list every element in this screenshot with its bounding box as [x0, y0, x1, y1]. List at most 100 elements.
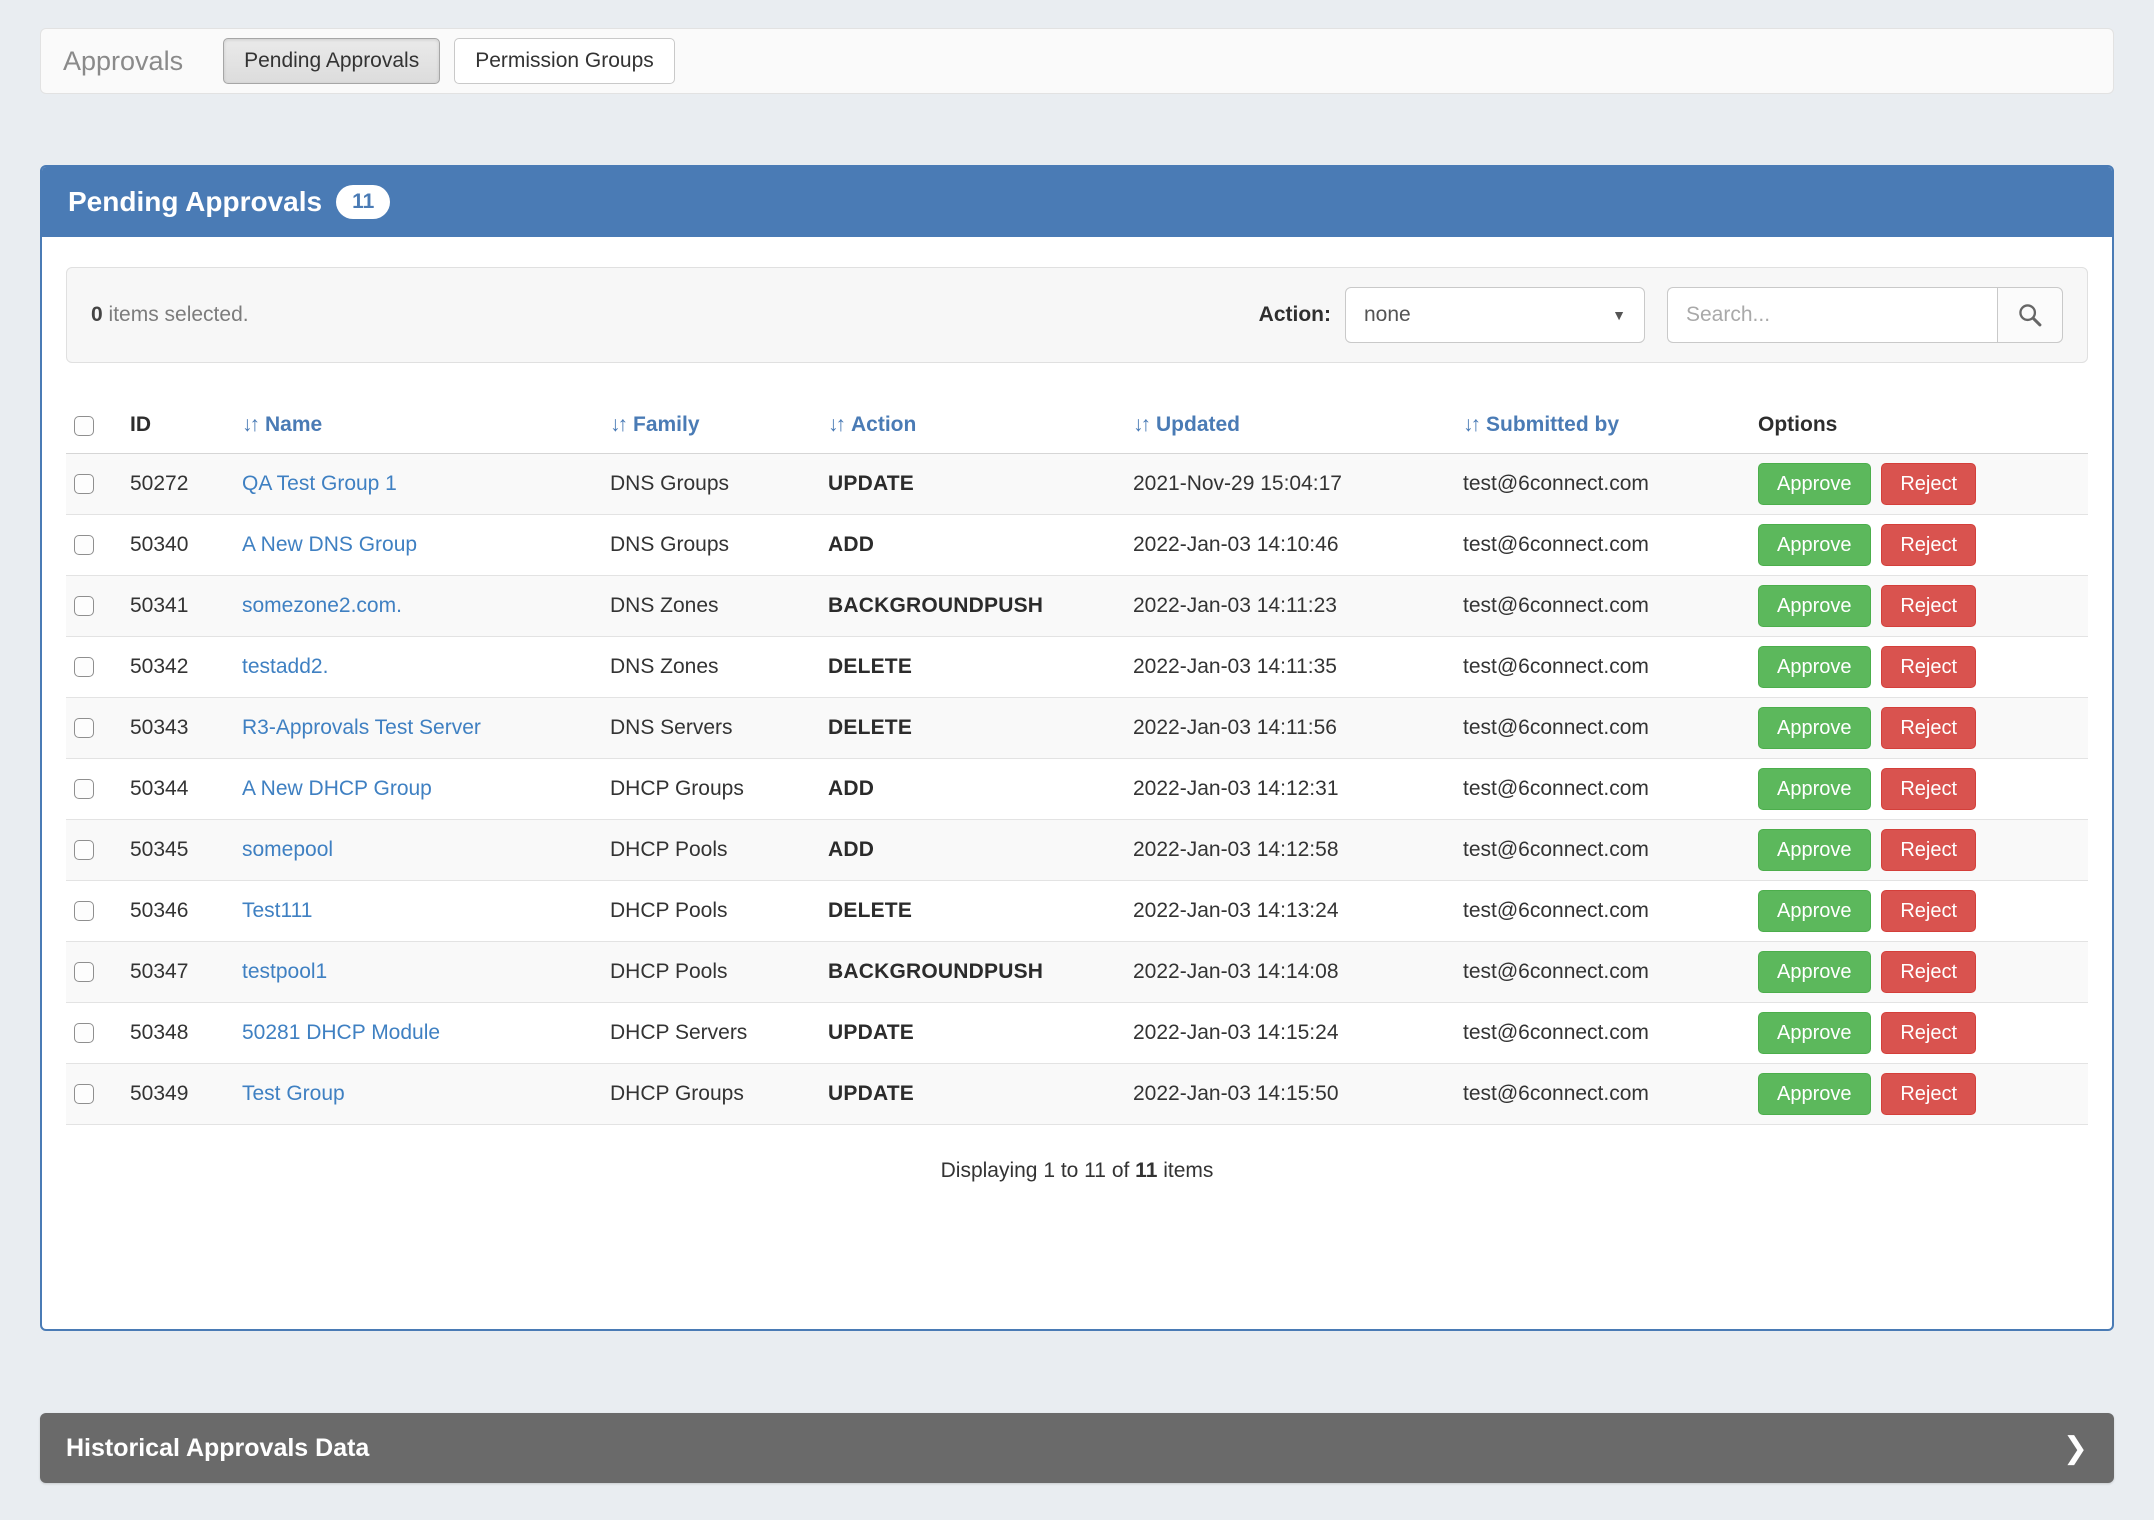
- approve-button[interactable]: Approve: [1758, 1073, 1871, 1115]
- panel-header: Pending Approvals 11: [42, 167, 2112, 237]
- historical-approvals-header[interactable]: Historical Approvals Data ❯: [40, 1413, 2114, 1483]
- pagination-status: Displaying 1 to 11 of 11 items: [66, 1159, 2088, 1183]
- row-checkbox[interactable]: [74, 474, 94, 494]
- approvals-table-body: 50272 QA Test Group 1 DNS Groups UPDATE …: [66, 454, 2088, 1125]
- approve-button[interactable]: Approve: [1758, 890, 1871, 932]
- row-name-link[interactable]: somezone2.com.: [242, 594, 402, 617]
- column-header-action[interactable]: ↓↑Action: [820, 399, 1125, 454]
- row-submitted-by: test@6connect.com: [1455, 881, 1750, 942]
- row-options-cell: Approve Reject: [1750, 454, 2088, 515]
- reject-button[interactable]: Reject: [1881, 646, 1976, 688]
- row-name-link[interactable]: testadd2.: [242, 655, 328, 678]
- approvals-table: ID ↓↑Name ↓↑Family ↓↑Action ↓↑Updated: [66, 399, 2088, 1125]
- approve-button[interactable]: Approve: [1758, 707, 1871, 749]
- column-header-submitted-by[interactable]: ↓↑Submitted by: [1455, 399, 1750, 454]
- approve-button[interactable]: Approve: [1758, 585, 1871, 627]
- row-family: DNS Groups: [602, 515, 820, 576]
- row-id: 50343: [122, 698, 234, 759]
- approve-button[interactable]: Approve: [1758, 646, 1871, 688]
- approve-button[interactable]: Approve: [1758, 1012, 1871, 1054]
- reject-button[interactable]: Reject: [1881, 1012, 1976, 1054]
- panel-title: Pending Approvals: [68, 186, 322, 218]
- reject-button[interactable]: Reject: [1881, 585, 1976, 627]
- approve-button[interactable]: Approve: [1758, 524, 1871, 566]
- table-toolbar: 0 items selected. Action: none ▼: [66, 267, 2088, 363]
- table-row: 50346 Test111 DHCP Pools DELETE 2022-Jan…: [66, 881, 2088, 942]
- row-updated: 2022-Jan-03 14:11:56: [1125, 698, 1455, 759]
- row-name-link[interactable]: testpool1: [242, 960, 327, 983]
- row-options-cell: Approve Reject: [1750, 515, 2088, 576]
- row-checkbox[interactable]: [74, 901, 94, 921]
- reject-button[interactable]: Reject: [1881, 463, 1976, 505]
- row-checkbox-cell: [66, 698, 122, 759]
- row-checkbox-cell: [66, 1064, 122, 1125]
- approve-button[interactable]: Approve: [1758, 951, 1871, 993]
- row-submitted-by: test@6connect.com: [1455, 637, 1750, 698]
- row-action: ADD: [820, 820, 1125, 881]
- row-checkbox[interactable]: [74, 535, 94, 555]
- row-name-cell: testpool1: [234, 942, 602, 1003]
- row-checkbox[interactable]: [74, 962, 94, 982]
- row-name-link[interactable]: 50281 DHCP Module: [242, 1021, 440, 1044]
- row-id: 50342: [122, 637, 234, 698]
- row-name-link[interactable]: R3-Approvals Test Server: [242, 716, 481, 739]
- reject-button[interactable]: Reject: [1881, 707, 1976, 749]
- row-name-cell: Test Group: [234, 1064, 602, 1125]
- row-name-link[interactable]: A New DNS Group: [242, 533, 417, 556]
- row-checkbox-cell: [66, 637, 122, 698]
- row-checkbox[interactable]: [74, 718, 94, 738]
- table-row: 50272 QA Test Group 1 DNS Groups UPDATE …: [66, 454, 2088, 515]
- reject-button[interactable]: Reject: [1881, 951, 1976, 993]
- search-input[interactable]: [1667, 287, 1997, 343]
- column-header-family[interactable]: ↓↑Family: [602, 399, 820, 454]
- approve-button[interactable]: Approve: [1758, 463, 1871, 505]
- row-name-link[interactable]: Test Group: [242, 1082, 345, 1105]
- row-options-cell: Approve Reject: [1750, 1003, 2088, 1064]
- row-checkbox[interactable]: [74, 1084, 94, 1104]
- row-submitted-by: test@6connect.com: [1455, 820, 1750, 881]
- row-id: 50347: [122, 942, 234, 1003]
- row-id: 50340: [122, 515, 234, 576]
- approve-button[interactable]: Approve: [1758, 768, 1871, 810]
- row-options-cell: Approve Reject: [1750, 637, 2088, 698]
- row-submitted-by: test@6connect.com: [1455, 515, 1750, 576]
- row-id: 50272: [122, 454, 234, 515]
- row-name-cell: Test111: [234, 881, 602, 942]
- sort-icon: ↓↑: [242, 413, 257, 436]
- column-header-name[interactable]: ↓↑Name: [234, 399, 602, 454]
- reject-button[interactable]: Reject: [1881, 768, 1976, 810]
- row-name-link[interactable]: Test111: [242, 899, 312, 922]
- select-all-checkbox[interactable]: [74, 416, 94, 436]
- row-id: 50349: [122, 1064, 234, 1125]
- row-action: DELETE: [820, 881, 1125, 942]
- row-name-link[interactable]: somepool: [242, 838, 333, 861]
- column-header-updated[interactable]: ↓↑Updated: [1125, 399, 1455, 454]
- approve-button[interactable]: Approve: [1758, 829, 1871, 871]
- search-button[interactable]: [1997, 287, 2063, 343]
- row-updated: 2021-Nov-29 15:04:17: [1125, 454, 1455, 515]
- row-family: DNS Zones: [602, 576, 820, 637]
- row-checkbox[interactable]: [74, 1023, 94, 1043]
- row-checkbox[interactable]: [74, 657, 94, 677]
- row-name-link[interactable]: A New DHCP Group: [242, 777, 432, 800]
- row-checkbox[interactable]: [74, 596, 94, 616]
- row-checkbox[interactable]: [74, 840, 94, 860]
- row-name-link[interactable]: QA Test Group 1: [242, 472, 397, 495]
- row-name-cell: 50281 DHCP Module: [234, 1003, 602, 1064]
- row-action: BACKGROUNDPUSH: [820, 576, 1125, 637]
- reject-button[interactable]: Reject: [1881, 890, 1976, 932]
- row-checkbox-cell: [66, 515, 122, 576]
- action-dropdown[interactable]: none ▼: [1345, 287, 1645, 343]
- reject-button[interactable]: Reject: [1881, 524, 1976, 566]
- table-row: 50347 testpool1 DHCP Pools BACKGROUNDPUS…: [66, 942, 2088, 1003]
- row-updated: 2022-Jan-03 14:11:23: [1125, 576, 1455, 637]
- reject-button[interactable]: Reject: [1881, 1073, 1976, 1115]
- row-action: UPDATE: [820, 1064, 1125, 1125]
- selected-items-status: 0 items selected.: [91, 303, 249, 327]
- tab-pending-approvals[interactable]: Pending Approvals: [223, 38, 440, 84]
- row-checkbox[interactable]: [74, 779, 94, 799]
- reject-button[interactable]: Reject: [1881, 829, 1976, 871]
- tab-permission-groups[interactable]: Permission Groups: [454, 38, 675, 84]
- row-family: DHCP Groups: [602, 759, 820, 820]
- action-label: Action:: [1259, 303, 1331, 327]
